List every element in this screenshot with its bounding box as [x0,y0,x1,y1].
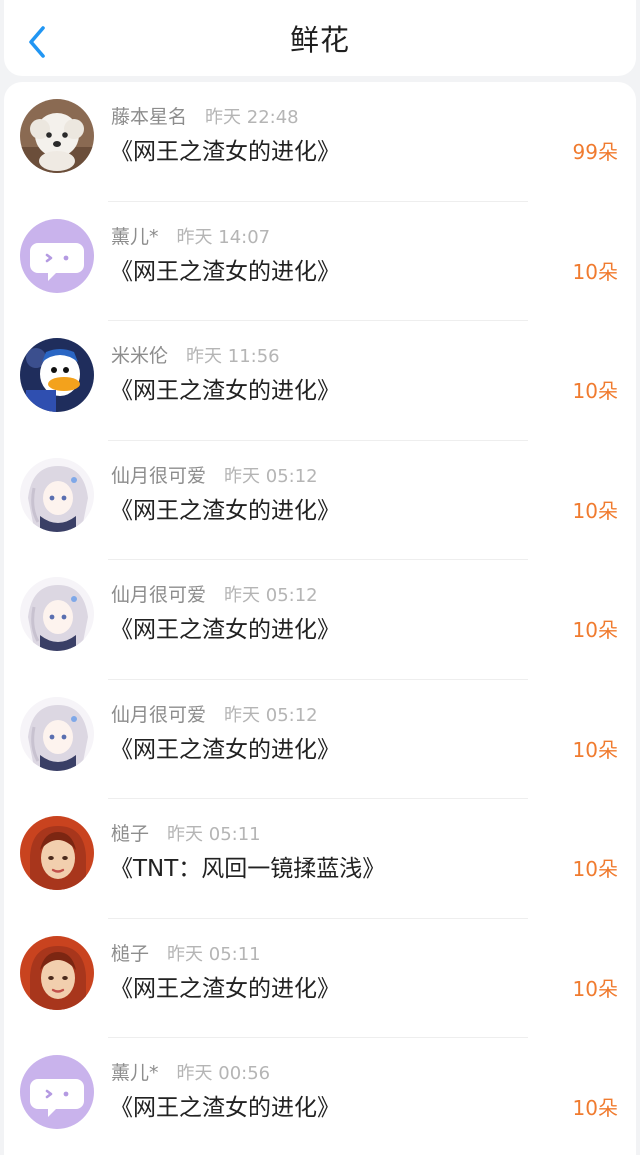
timestamp: 昨天 22:48 [205,107,299,128]
sender-name-text: 槌子 [111,942,150,965]
flower-count: 10朵 [572,618,618,642]
list-item[interactable]: 藤本星名 昨天 22:48 《网王之渣女的进化》 99朵 [4,82,636,202]
sender-name: 薰儿* 昨天 14:07 [111,224,270,251]
timestamp: 昨天 14:07 [176,226,271,248]
flower-count: 10朵 [572,1096,618,1120]
sender-name-text: 米米伦 [111,345,169,367]
flower-count: 10朵 [572,737,618,762]
book-title: 《网王之渣女的进化》 [110,258,340,285]
sender-name: 米米伦 昨天 11:56 [111,343,280,370]
list-item[interactable]: 薰儿* 昨天 14:07 《网王之渣女的进化》 10朵 [4,202,636,321]
sender-name: 薰儿* 昨天 00:56 [111,1060,270,1087]
list-item[interactable]: 槌子 昨天 05:11 《TNT：风回一镜揉蓝浅》 10朵 [4,799,636,919]
list-item[interactable]: 仙月很可爱 昨天 05:12 《网王之渣女的进化》 10朵 [4,560,636,680]
timestamp: 昨天 05:12 [224,704,318,726]
flower-count: 99朵 [572,140,618,164]
sender-name: 藤本星名 昨天 22:48 [111,104,299,131]
avatar[interactable] [20,1055,94,1129]
sender-name-text: 藤本星名 [111,106,188,128]
book-title: 《网王之渣女的进化》 [110,975,340,1002]
avatar[interactable] [20,218,94,293]
avatar[interactable] [20,99,94,173]
list-item[interactable]: 米米伦 昨天 11:56 《网王之渣女的进化》 10朵 [4,321,636,441]
sender-name: 槌子 昨天 05:11 [111,941,261,968]
timestamp: 昨天 05:12 [224,585,318,606]
list-item[interactable]: 薰儿* 昨天 00:56 《网王之渣女的进化》 10朵 [4,1038,636,1155]
timestamp: 昨天 05:11 [167,943,261,965]
timestamp: 昨天 05:11 [167,824,261,845]
avatar[interactable] [20,577,94,651]
list-item[interactable]: 槌子 昨天 05:11 《网王之渣女的进化》 10朵 [4,919,636,1038]
flower-count: 10朵 [572,498,618,523]
sender-name: 仙月很可爱 昨天 05:12 [111,582,318,609]
flower-list: 藤本星名 昨天 22:48 《网王之渣女的进化》 99朵 薰儿* 昨天 14:07 《网王… [4,82,636,1155]
sender-name-text: 薰儿* [111,225,159,248]
book-title: 《网王之渣女的进化》 [110,378,340,404]
sender-name: 仙月很可爱 昨天 05:12 [111,463,318,490]
book-title: 《网王之渣女的进化》 [110,497,340,524]
sender-name-text: 槌子 [111,823,150,845]
timestamp: 昨天 00:56 [176,1063,271,1084]
list-item[interactable]: 仙月很可爱 昨天 05:12 《网王之渣女的进化》 10朵 [4,441,636,560]
avatar[interactable] [20,696,94,771]
book-title: 《网王之渣女的进化》 [110,617,340,643]
sender-name-text: 仙月很可爱 [111,584,207,606]
avatar[interactable] [20,816,94,890]
flower-count: 10朵 [572,976,618,1001]
sender-name-text: 仙月很可爱 [111,464,207,487]
avatar[interactable] [20,338,94,412]
sender-name: 槌子 昨天 05:11 [111,821,261,848]
sender-name-text: 薰儿* [111,1062,159,1084]
sender-name: 仙月很可爱 昨天 05:12 [111,702,318,729]
book-title: 《网王之渣女的进化》 [110,139,340,165]
timestamp: 昨天 11:56 [186,346,280,367]
flower-count: 10朵 [572,857,618,881]
avatar[interactable] [20,457,94,532]
sender-name-text: 仙月很可爱 [111,703,207,726]
book-title: 《网王之渣女的进化》 [110,736,340,763]
list-item[interactable]: 仙月很可爱 昨天 05:12 《网王之渣女的进化》 10朵 [4,680,636,799]
book-title: 《网王之渣女的进化》 [110,1095,340,1121]
timestamp: 昨天 05:12 [224,465,318,487]
book-title: 《TNT：风回一镜揉蓝浅》 [110,856,386,882]
flower-count: 10朵 [572,259,618,284]
flower-count: 10朵 [572,379,618,403]
avatar[interactable] [20,935,94,1010]
page-title: 鲜花 [289,23,350,57]
header-bar: 鲜花 [4,0,636,76]
